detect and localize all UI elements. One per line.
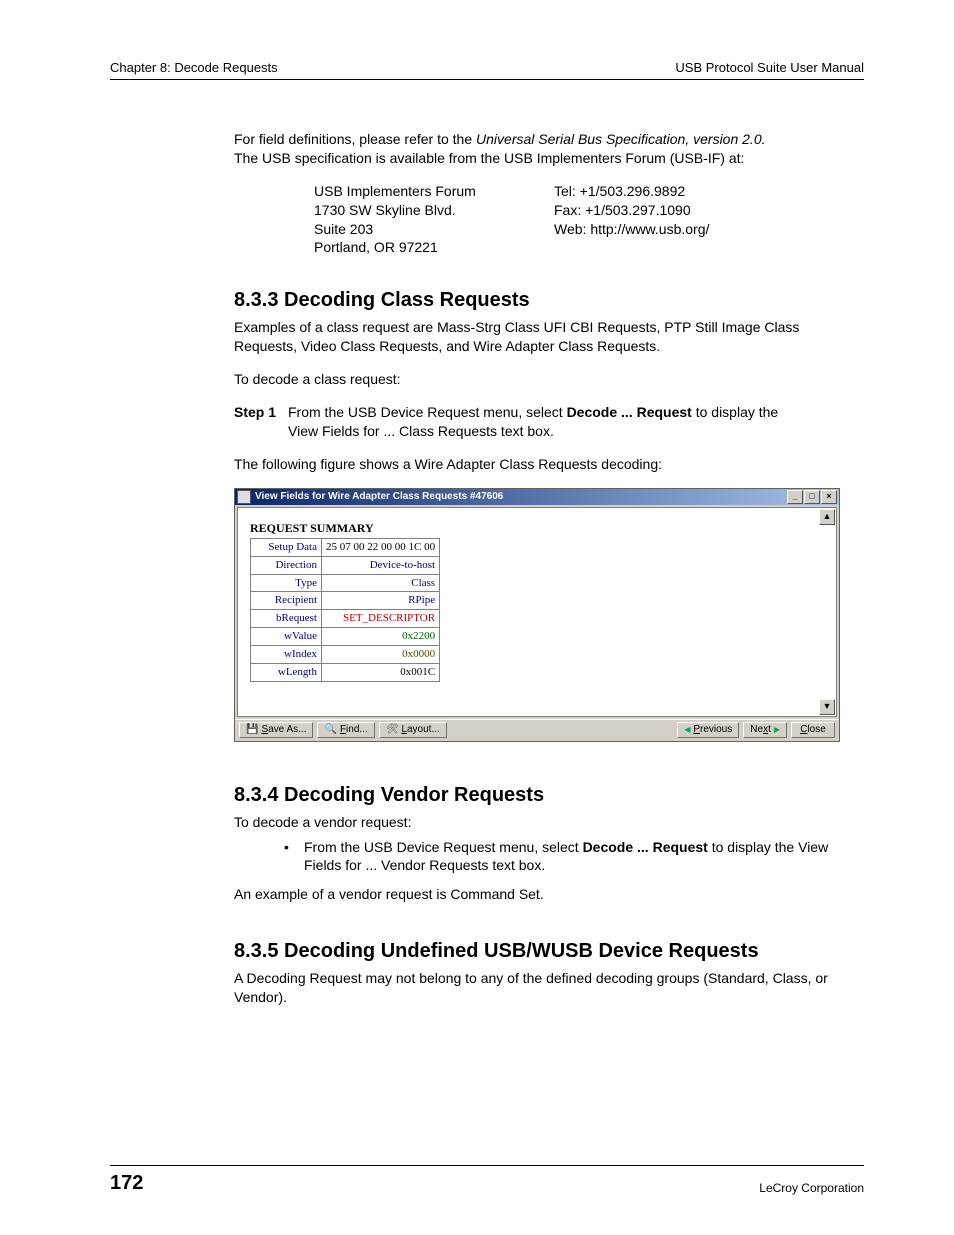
addr-tel: Tel: +1/503.296.9892 <box>554 183 685 199</box>
intro-text-1a: For field definitions, please refer to t… <box>234 131 476 147</box>
row-value: 0x0000 <box>322 645 440 663</box>
header-chapter: Chapter 8: Decode Requests <box>110 60 278 75</box>
disk-icon: 💾 <box>246 725 258 735</box>
step-label: Step 1 <box>234 403 288 422</box>
s833-p3: The following figure shows a Wire Adapte… <box>234 455 864 474</box>
titlebar[interactable]: View Fields for Wire Adapter Class Reque… <box>235 489 839 505</box>
s833-p2: To decode a class request: <box>234 370 864 389</box>
layout-button[interactable]: 🛠Layout... <box>379 722 447 738</box>
table-row: wValue0x2200 <box>251 628 440 646</box>
row-value: SET_DESCRIPTOR <box>322 610 440 628</box>
table-row: wIndex0x0000 <box>251 645 440 663</box>
table-row: bRequestSET_DESCRIPTOR <box>251 610 440 628</box>
s835-p1: A Decoding Request may not belong to any… <box>234 969 864 1007</box>
row-key: wValue <box>251 628 322 646</box>
bullet-text-b: Decode ... Request <box>583 839 708 855</box>
addr-fax: Fax: +1/503.297.1090 <box>554 202 691 218</box>
table-row: TypeClass <box>251 574 440 592</box>
request-summary-table: Setup Data25 07 00 22 00 00 1C 00 Direct… <box>250 538 440 682</box>
addr-street: 1730 SW Skyline Blvd. <box>314 202 456 218</box>
row-value: 0x001C <box>322 663 440 681</box>
row-key: Setup Data <box>251 538 322 556</box>
bullet-text-a: From the USB Device Request menu, select <box>304 839 583 855</box>
app-window: View Fields for Wire Adapter Class Reque… <box>234 488 840 742</box>
row-key: bRequest <box>251 610 322 628</box>
save-as-button[interactable]: 💾Save As... <box>239 722 313 738</box>
header-manual: USB Protocol Suite User Manual <box>675 60 864 75</box>
page-header: Chapter 8: Decode Requests USB Protocol … <box>110 60 864 80</box>
bullet-item: • From the USB Device Request menu, sele… <box>284 838 864 876</box>
step-text-a: From the USB Device Request menu, select <box>288 404 567 420</box>
arrow-left-icon <box>684 725 690 735</box>
addr-city: Portland, OR 97221 <box>314 239 438 255</box>
section-heading-835: 8.3.5 Decoding Undefined USB/WUSB Device… <box>234 938 864 965</box>
intro-text-2: The USB specification is available from … <box>234 150 744 166</box>
section-heading-833: 8.3.3 Decoding Class Requests <box>234 287 864 314</box>
s833-p1: Examples of a class request are Mass-Str… <box>234 318 864 356</box>
row-value: Device-to-host <box>322 556 440 574</box>
address-column-1: USB Implementers Forum 1730 SW Skyline B… <box>314 182 554 258</box>
table-row: DirectionDevice-to-host <box>251 556 440 574</box>
maximize-icon[interactable]: □ <box>804 490 820 504</box>
row-value: Class <box>322 574 440 592</box>
request-summary-heading: REQUEST SUMMARY <box>250 520 828 536</box>
next-button[interactable]: Next <box>743 722 787 738</box>
step-text-cont: View Fields for ... Class Requests text … <box>288 422 864 441</box>
intro-paragraph: For field definitions, please refer to t… <box>234 130 864 168</box>
row-key: wIndex <box>251 645 322 663</box>
section-heading-834: 8.3.4 Decoding Vendor Requests <box>234 782 864 809</box>
arrow-right-icon <box>774 725 780 735</box>
table-row: RecipientRPipe <box>251 592 440 610</box>
app-body: ▲ REQUEST SUMMARY Setup Data25 07 00 22 … <box>237 507 837 717</box>
close-button[interactable]: Close <box>791 722 835 738</box>
footer-corporation: LeCroy Corporation <box>759 1181 864 1195</box>
page-number: 172 <box>110 1172 143 1195</box>
step-text-b: Decode ... Request <box>567 404 692 420</box>
minimize-icon[interactable]: _ <box>787 490 803 504</box>
body-content: For field definitions, please refer to t… <box>234 130 864 1007</box>
address-column-2: Tel: +1/503.296.9892 Fax: +1/503.297.109… <box>554 182 709 258</box>
row-value: 0x2200 <box>322 628 440 646</box>
button-bar: 💾Save As... 🔍Find... 🛠Layout... Previous… <box>235 719 839 741</box>
table-row: wLength0x001C <box>251 663 440 681</box>
row-value: RPipe <box>322 592 440 610</box>
addr-web: Web: http://www.usb.org/ <box>554 221 709 237</box>
intro-spec-title: Universal Serial Bus Specification, vers… <box>476 131 765 147</box>
bullet-text: From the USB Device Request menu, select… <box>304 838 864 876</box>
window-title: View Fields for Wire Adapter Class Reque… <box>255 490 787 504</box>
step-text-c-inline: to display the <box>692 404 778 420</box>
table-row: Setup Data25 07 00 22 00 00 1C 00 <box>251 538 440 556</box>
s834-p2: An example of a vendor request is Comman… <box>234 885 864 904</box>
address-block: USB Implementers Forum 1730 SW Skyline B… <box>314 182 864 258</box>
page-footer: 172 LeCroy Corporation <box>110 1165 864 1195</box>
row-key: Direction <box>251 556 322 574</box>
layout-icon: 🛠 <box>386 725 399 735</box>
app-icon <box>237 490 251 504</box>
addr-suite: Suite 203 <box>314 221 373 237</box>
previous-button[interactable]: Previous <box>677 722 739 738</box>
addr-org: USB Implementers Forum <box>314 183 476 199</box>
scroll-down-icon[interactable]: ▼ <box>819 699 835 715</box>
row-key: Recipient <box>251 592 322 610</box>
s834-p1: To decode a vendor request: <box>234 813 864 832</box>
close-icon[interactable]: × <box>821 490 837 504</box>
bullet-icon: • <box>284 838 304 876</box>
scroll-up-icon[interactable]: ▲ <box>819 509 835 525</box>
binoculars-icon: 🔍 <box>324 725 336 735</box>
row-key: wLength <box>251 663 322 681</box>
step-1: Step 1From the USB Device Request menu, … <box>234 403 864 441</box>
row-value: 25 07 00 22 00 00 1C 00 <box>322 538 440 556</box>
row-key: Type <box>251 574 322 592</box>
find-button[interactable]: 🔍Find... <box>317 722 374 738</box>
